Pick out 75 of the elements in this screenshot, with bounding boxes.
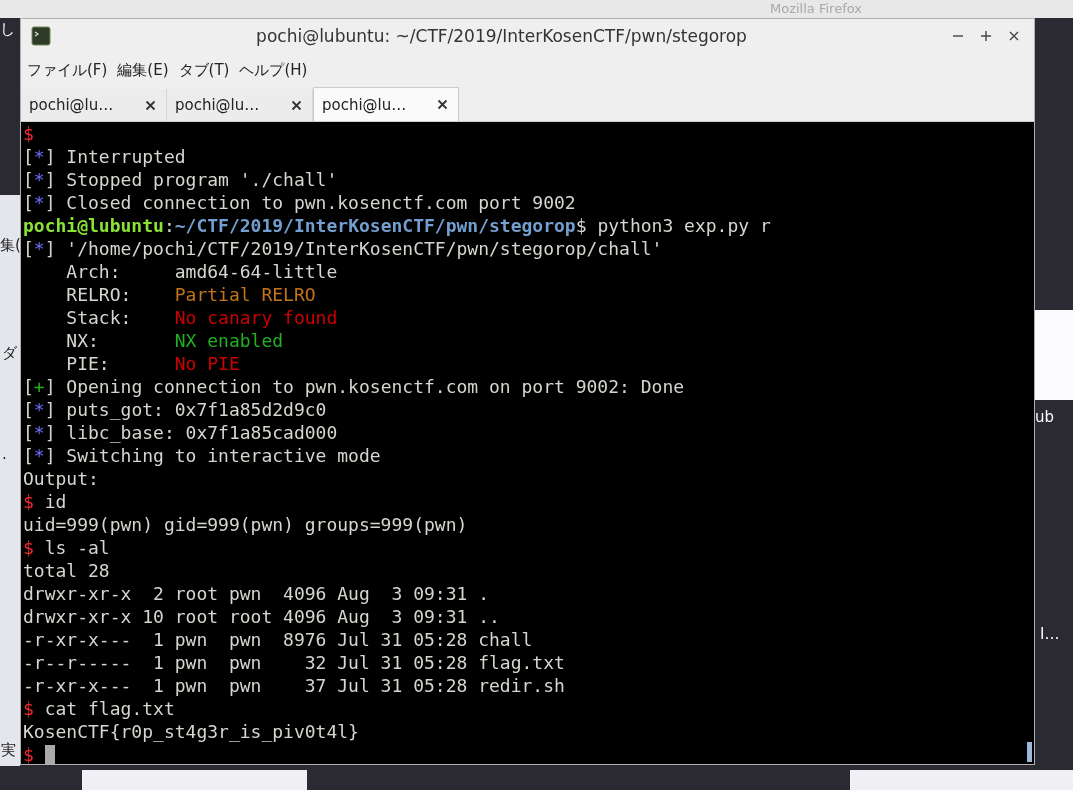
terminal-text: * — [33, 169, 45, 190]
terminal-text: Partial RELRO — [174, 284, 316, 305]
terminal-text: $ — [23, 123, 34, 144]
terminal-text: : — [163, 215, 175, 236]
terminal-text: ] Switching to interactive mode — [44, 445, 381, 466]
scrollbar[interactable] — [1027, 742, 1032, 762]
terminal-text: $ — [23, 698, 34, 719]
terminal-text: drwxr-xr-x 10 root root 4096 Aug 3 09:31 .. — [23, 606, 500, 627]
terminal-text: [ — [23, 146, 34, 167]
terminal-text: * — [33, 192, 45, 213]
terminal-text: Output: — [23, 468, 99, 489]
terminal-text: ] Opening connection to pwn.kosenctf.com on port 9002: Done — [44, 376, 685, 397]
terminal-text: No PIE — [174, 353, 240, 374]
close-icon[interactable] — [1008, 30, 1020, 42]
terminal-text: * — [33, 422, 45, 443]
terminal-text: ] puts_got: 0x7f1a85d2d9c0 — [44, 399, 327, 420]
background-text: 集( — [0, 236, 21, 254]
terminal-text: [ — [23, 238, 34, 259]
window-title: pochi@lubuntu: ~/CTF/2019/InterKosenCTF/pwn/stegorop — [255, 26, 748, 46]
terminal-text: -r-xr-x--- 1 pwn pwn 37 Jul 31 05:28 redir.sh — [23, 675, 565, 696]
terminal-text: ] '/home/pochi/CTF/2019/InterKosenCTF/pwn/stegorop/chall' — [44, 238, 663, 259]
terminal-text: ] Stopped program './chall' — [44, 169, 338, 190]
background-text: ダ — [2, 344, 17, 362]
terminal-text: [ — [23, 399, 34, 420]
terminal-text: [ — [23, 169, 34, 190]
terminal-text: Arch: amd64-64-little — [65, 261, 338, 282]
terminal-text: total 28 — [23, 560, 110, 581]
terminal-text: cat flag.txt — [43, 698, 175, 719]
terminal-text: $ python3 exp.py r — [575, 215, 771, 236]
maximize-icon[interactable] — [980, 30, 992, 42]
terminal-text: [ — [23, 445, 34, 466]
terminal-text: NX enabled — [174, 330, 284, 351]
terminal-text: -r-xr-x--- 1 pwn pwn 8976 Jul 31 05:28 chall — [23, 629, 533, 650]
terminal-text: * — [33, 238, 45, 259]
menu-item[interactable]: ヘルプ(H) — [239, 60, 308, 80]
terminal-text: [ — [23, 192, 34, 213]
terminal-text: pochi@lubuntu — [23, 215, 164, 236]
terminal-text: KosenCTF{r0p_st4g3r_is_piv0t4l} — [23, 721, 359, 742]
background-text: ub — [1035, 408, 1055, 426]
terminal-text: $ — [23, 744, 34, 764]
terminal-text: $ — [23, 491, 34, 512]
terminal-text: Stack: — [65, 307, 133, 328]
menu-item[interactable]: 編集(E) — [117, 60, 169, 80]
terminal-text: NX: — [65, 330, 100, 351]
terminal-text: RELRO: — [65, 284, 133, 305]
terminal-text: ] libc_base: 0x7f1a85cad000 — [44, 422, 338, 443]
terminal-text: + — [33, 376, 45, 397]
terminal-text: * — [33, 445, 45, 466]
browser-title: Mozilla Firefox — [770, 1, 862, 16]
terminal-text: uid=999(pwn) gid=999(pwn) groups=999(pwn) — [23, 514, 468, 535]
background-text: 実 — [1, 741, 16, 759]
close-icon[interactable] — [437, 99, 448, 110]
background-text: し — [0, 20, 15, 38]
menu-item[interactable]: タブ(T) — [178, 60, 230, 80]
terminal-text: [ — [23, 422, 34, 443]
terminal-text: ~/CTF/2019/InterKosenCTF/pwn/stegorop — [174, 215, 576, 236]
background-text: I… — [1040, 625, 1060, 643]
terminal-text: * — [33, 399, 45, 420]
menu-item[interactable]: ファイル(F) — [27, 60, 108, 80]
terminal-text: * — [33, 146, 45, 167]
terminal-text: ] Closed connection to pwn.kosenctf.com port 9002 — [44, 192, 576, 213]
terminal-text: PIE: — [65, 353, 111, 374]
close-icon[interactable] — [291, 99, 302, 111]
terminal-text: No canary found — [174, 307, 338, 328]
terminal-text: ] Interrupted — [44, 146, 186, 167]
terminal-text: $ — [23, 537, 34, 558]
terminal-tab[interactable]: pochi@lu… — [313, 87, 459, 121]
terminal-text: id — [43, 491, 67, 512]
background-text: . — [2, 445, 7, 463]
terminal-text: [ — [23, 376, 34, 397]
close-icon[interactable] — [145, 99, 156, 111]
terminal-text: -r--r----- 1 pwn pwn 32 Jul 31 05:28 flag.txt — [23, 652, 565, 673]
terminal-text: drwxr-xr-x 2 root pwn 4096 Aug 3 09:31 . — [23, 583, 489, 604]
terminal-icon — [31, 26, 51, 46]
terminal-text: ls -al — [43, 537, 110, 558]
